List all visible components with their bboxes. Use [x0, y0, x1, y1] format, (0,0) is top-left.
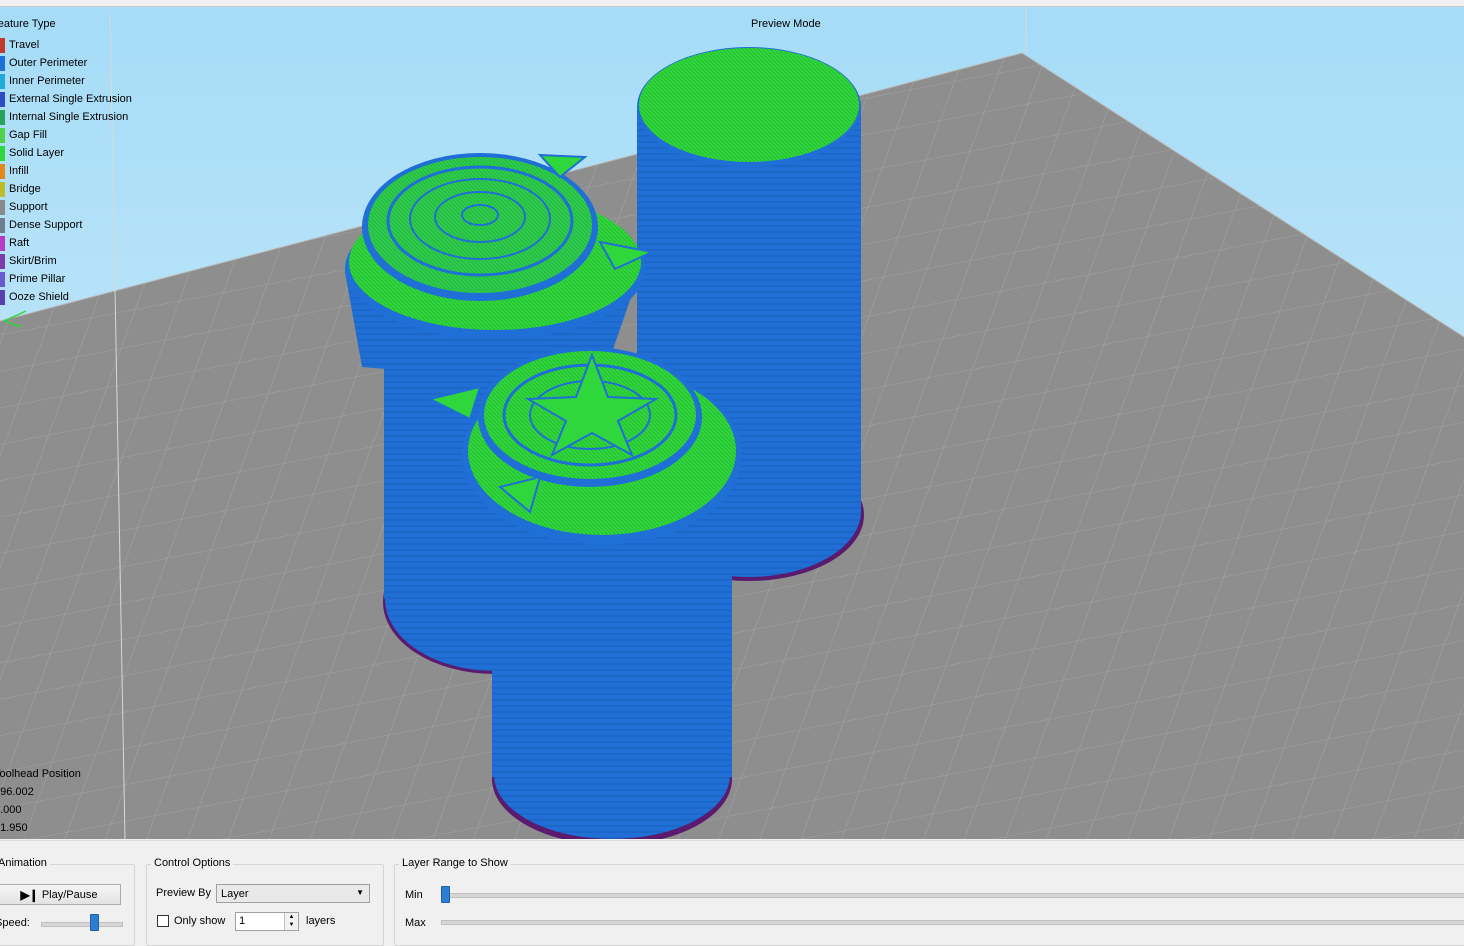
toolhead-z-value: 71.950 [0, 822, 28, 834]
legend-label: Gap Fill [9, 129, 47, 141]
legend-swatch [0, 181, 5, 197]
animation-group-title: Animation [0, 857, 50, 869]
legend-swatch [0, 163, 5, 179]
legend-label: Outer Perimeter [9, 57, 88, 69]
layer-range-title: Layer Range to Show [399, 857, 511, 869]
legend-swatch [0, 217, 5, 233]
legend-item: Support [0, 198, 48, 216]
control-options-title: Control Options [151, 857, 234, 869]
legend-item: External Single Extrusion [0, 90, 132, 108]
legend-item: Travel [0, 36, 39, 54]
legend-item: Ooze Shield [0, 288, 69, 306]
legend-swatch [0, 37, 5, 53]
only-show-layers-value: 1 [239, 915, 246, 927]
toolhead-position-panel: Toolhead Position 196.002 0.000 71.950 [0, 765, 81, 837]
legend-swatch [0, 235, 5, 251]
preview-by-select[interactable]: Layer ▼ [216, 884, 370, 903]
legend-swatch [0, 289, 5, 305]
legend-label: Ooze Shield [9, 291, 69, 303]
spin-arrows-icon[interactable]: ▲ ▼ [284, 913, 298, 930]
only-show-checkbox[interactable] [157, 915, 169, 927]
legend-swatch [0, 91, 5, 107]
legend-label: Inner Perimeter [9, 75, 85, 87]
legend-label: Travel [9, 39, 40, 51]
speed-slider-handle[interactable] [90, 914, 99, 931]
legend-label: Solid Layer [9, 147, 65, 159]
legend-item: Inner Perimeter [0, 72, 85, 90]
legend-label: Bridge [9, 183, 41, 195]
toolhead-title: Toolhead Position [0, 768, 81, 780]
legend-swatch [0, 109, 5, 125]
legend-swatch [0, 127, 5, 143]
print-preview-scene[interactable] [0, 7, 1464, 839]
legend-swatch [0, 55, 5, 71]
legend-label: Internal Single Extrusion [9, 111, 129, 123]
play-pause-icon: ▶❙ [20, 887, 39, 902]
legend-label: Skirt/Brim [9, 255, 57, 267]
speed-label: Speed: [0, 917, 30, 929]
only-show-label: Only show [174, 915, 226, 927]
legend-label: Support [9, 201, 48, 213]
legend-title: Feature Type [0, 18, 56, 30]
legend-item: Solid Layer [0, 144, 64, 162]
legend-swatch [0, 145, 5, 161]
legend-item: Outer Perimeter [0, 54, 87, 72]
legend-item: Infill [0, 162, 29, 180]
3d-preview-viewport[interactable]: Preview Mode Feature Type Travel Outer Pe… [0, 6, 1464, 839]
legend-swatch [0, 199, 5, 215]
legend-item: Gap Fill [0, 126, 47, 144]
legend-swatch [0, 73, 5, 89]
layer-range-group: Layer Range to Show [394, 857, 1464, 946]
preview-mode-label: Preview Mode [751, 18, 821, 30]
preview-by-value: Layer [221, 887, 249, 900]
min-label: Min [405, 889, 423, 901]
legend-label: External Single Extrusion [9, 93, 132, 105]
legend-label: Prime Pillar [9, 273, 66, 285]
toolhead-x-value: 196.002 [0, 786, 34, 798]
legend-label: Raft [9, 237, 30, 249]
bottom-control-panel: Animation ▶❙ Play/Pause Speed: Control O… [0, 840, 1464, 946]
dropdown-arrow-icon: ▼ [356, 888, 364, 897]
legend-item: Skirt/Brim [0, 252, 57, 270]
min-layer-slider-track[interactable] [441, 893, 1464, 898]
legend-label: Dense Support [9, 219, 83, 231]
legend-item: Internal Single Extrusion [0, 108, 128, 126]
speed-slider-track[interactable] [41, 922, 123, 927]
max-label: Max [405, 917, 426, 929]
layers-label: layers [306, 915, 336, 927]
animation-group: Animation ▶❙ Play/Pause Speed: [0, 857, 135, 946]
legend-item: Prime Pillar [0, 270, 65, 288]
control-options-group: Control Options [146, 857, 384, 946]
play-pause-label: Play/Pause [41, 888, 98, 901]
legend-item: Raft [0, 234, 29, 252]
legend-label: Infill [9, 165, 29, 177]
preview-by-label: Preview By [156, 887, 212, 899]
toolhead-y-value: 0.000 [0, 804, 22, 816]
play-pause-button[interactable]: ▶❙ Play/Pause [0, 884, 121, 905]
legend-item: Dense Support [0, 216, 82, 234]
max-layer-slider-track[interactable] [441, 920, 1464, 925]
legend-swatch [0, 271, 5, 287]
legend-item: Bridge [0, 180, 41, 198]
legend-swatch [0, 253, 5, 269]
only-show-layers-spinbox[interactable]: 1 ▲ ▼ [235, 912, 299, 931]
min-layer-slider-handle[interactable] [441, 886, 450, 903]
